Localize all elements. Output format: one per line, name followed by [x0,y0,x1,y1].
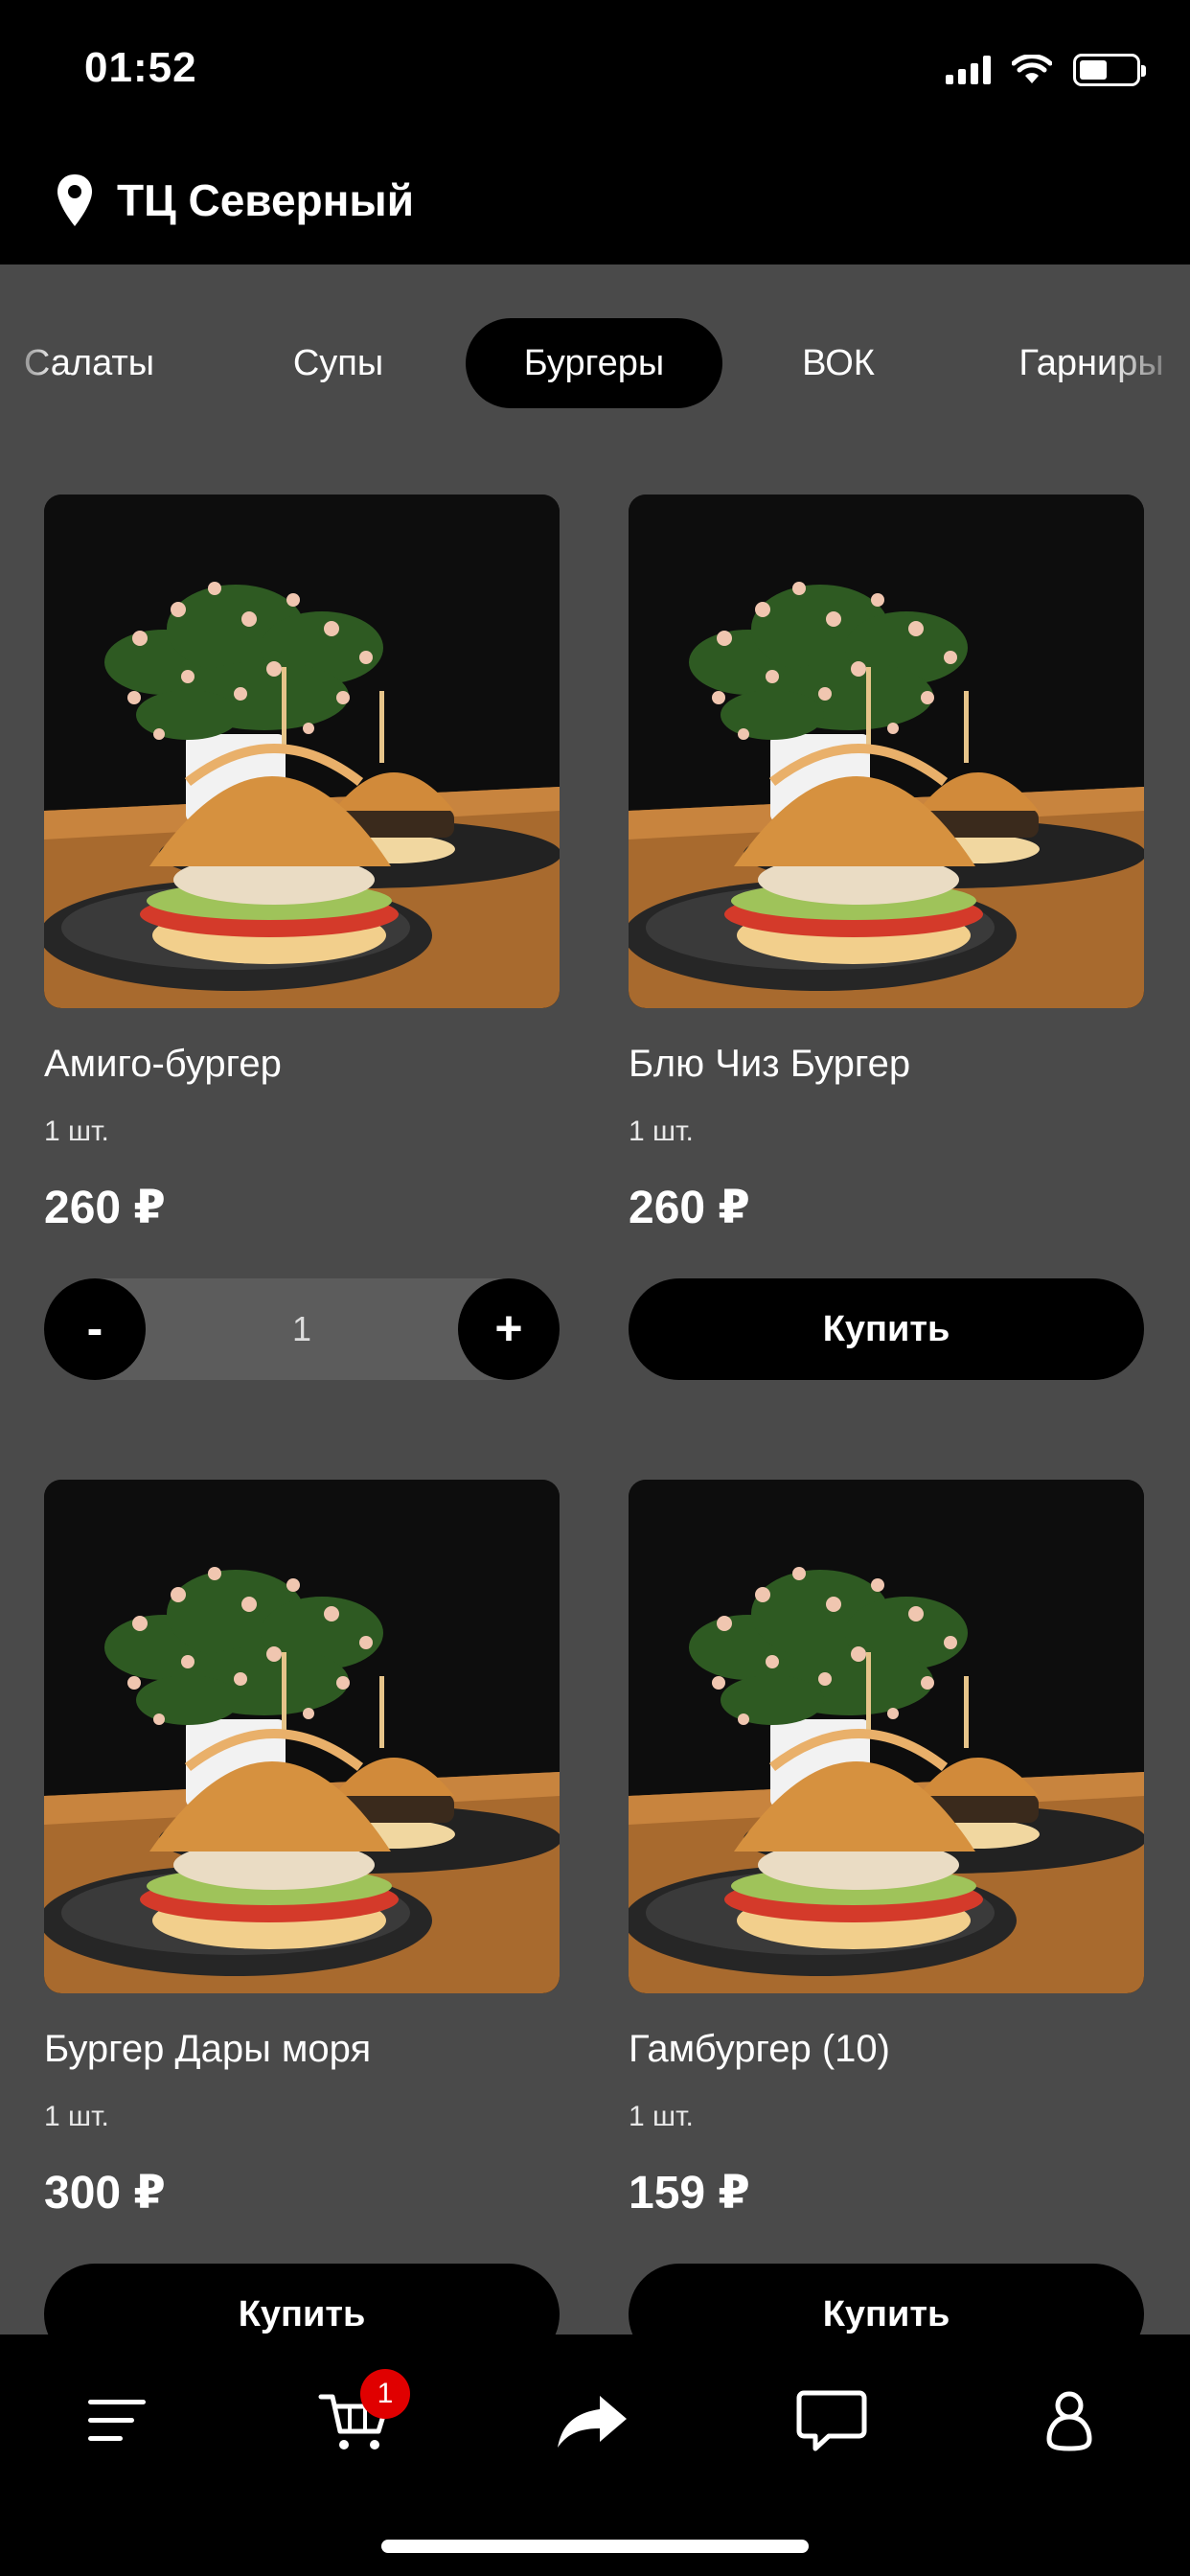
nav-menu[interactable] [69,2373,165,2469]
location-pin-icon [57,174,92,226]
product-card[interactable]: Бургер Дары моря 1 шт. 300 ₽ Купить [44,1480,560,2365]
location-selector[interactable]: ТЦ Северный [56,172,414,228]
signal-icon [946,56,991,84]
home-indicator[interactable] [381,2540,809,2553]
tab-burgers[interactable]: Бургеры [466,318,722,408]
category-tabs: Салаты Супы Бургеры ВОК Гарниры [0,316,1190,412]
product-image[interactable] [629,494,1144,1008]
nav-chat[interactable] [784,2373,880,2469]
product-quantity: 1 шт. [629,1116,694,1147]
quantity-value: 1 [291,1309,312,1348]
top-bar: 01:52 ТЦ Северный [0,0,1190,264]
profile-icon [1046,2391,1092,2451]
product-image[interactable] [44,1480,560,1993]
product-price: 300 ₽ [44,2168,166,2219]
decrease-button[interactable]: - [44,1278,146,1380]
tab-wok[interactable]: ВОК [776,318,901,408]
product-price: 159 ₽ [629,2168,750,2219]
share-icon [558,2396,627,2448]
product-name: Блю Чиз Бургер [629,1043,911,1085]
product-quantity: 1 шт. [44,2101,109,2132]
product-name: Амиго-бургер [44,1043,282,1085]
nav-share[interactable] [544,2373,640,2469]
status-time: 01:52 [84,44,197,91]
product-price: 260 ₽ [629,1183,750,1233]
tab-soups[interactable]: Супы [261,318,416,408]
menu-icon [88,2400,146,2441]
chat-icon [796,2390,867,2451]
quantity-stepper: - 1 + [44,1278,560,1380]
nav-cart[interactable]: 1 [307,2369,410,2469]
product-name: Гамбургер (10) [629,2028,890,2070]
status-icons [946,54,1146,86]
wifi-icon [1012,55,1052,83]
product-price: 260 ₽ [44,1183,166,1233]
product-quantity: 1 шт. [629,2101,694,2132]
nav-profile[interactable] [1021,2373,1117,2469]
bottom-nav: 1 [0,2334,1190,2576]
location-title: ТЦ Северный [117,175,414,225]
buy-button[interactable]: Купить [629,1278,1144,1380]
cart-count-badge: 1 [360,2369,410,2419]
product-image[interactable] [44,494,560,1008]
product-quantity: 1 шт. [44,1116,109,1147]
product-card[interactable]: Блю Чиз Бургер 1 шт. 260 ₽ Купить [629,494,1144,1380]
product-card[interactable]: Гамбургер (10) 1 шт. 159 ₽ Купить [629,1480,1144,2365]
product-name: Бургер Дары моря [44,2028,372,2070]
increase-button[interactable]: + [458,1278,560,1380]
product-card[interactable]: Амиго-бургер 1 шт. 260 ₽ - 1 + [44,494,560,1380]
battery-icon [1073,54,1146,86]
product-image[interactable] [629,1480,1144,1993]
